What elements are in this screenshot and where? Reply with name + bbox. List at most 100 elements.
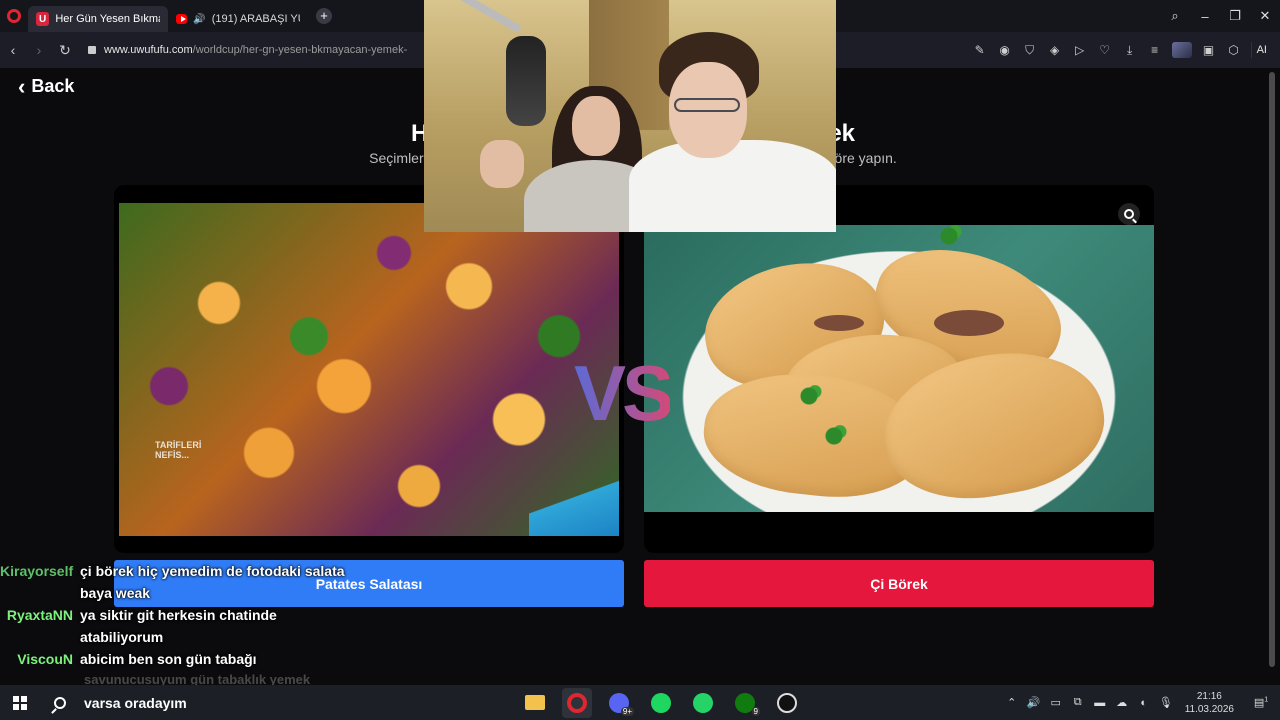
file-explorer-app[interactable]: [520, 688, 550, 718]
clock-time: 21:16: [1196, 690, 1222, 702]
browser-toolbar: ✎ ◉ ⛉ ◈ ▷ ♡ ⤓ ≡ ▣ ⬡ AI: [972, 32, 1272, 68]
camera-icon[interactable]: ◉: [997, 42, 1013, 58]
heart-icon[interactable]: ♡: [1097, 42, 1113, 58]
close-button[interactable]: ✕: [1250, 8, 1280, 24]
back-label: Back: [31, 76, 75, 96]
search-icon: [54, 696, 66, 709]
taskbar-search-button[interactable]: [40, 685, 80, 720]
taskbar-search-text[interactable]: varsa oradayım: [84, 695, 187, 711]
left-option-card[interactable]: TARİFLERİ NEFİS...: [114, 185, 624, 553]
speaker-icon: 🔊: [193, 13, 206, 25]
chat-message: ViscouN abicim ben son gün tabağı: [0, 648, 420, 670]
shield-icon[interactable]: ⛉: [1022, 42, 1038, 58]
reload-icon[interactable]: ↻: [52, 42, 78, 59]
chat-overlay: Kirayorself çi börek hiç yemedim de foto…: [0, 560, 420, 670]
play-icon[interactable]: ▷: [1072, 42, 1088, 58]
page-scrollbar[interactable]: [1266, 68, 1280, 685]
choose-right-button[interactable]: Çi Börek: [644, 560, 1154, 607]
network-icon[interactable]: ⧉: [1071, 696, 1085, 709]
tab-youtube[interactable]: 🔊 (191) ARABAŞI YUTMA: [168, 6, 308, 32]
cube-icon[interactable]: ⬡: [1226, 42, 1242, 58]
image-watermark: TARİFLERİ NEFİS...: [155, 440, 202, 460]
xbox-app[interactable]: 9: [730, 688, 760, 718]
folder-icon: [525, 695, 545, 710]
windows-taskbar: varsa oradayım 9+ 9 ⌃ 🔊 ▭ ⧉ ▬ ☁ ◐ 🎙 21:1…: [0, 685, 1280, 720]
opera-app[interactable]: [562, 687, 592, 718]
chat-username: ViscouN: [17, 651, 73, 667]
tab-label: (191) ARABAŞI YUTMA: [211, 13, 300, 25]
ai-button[interactable]: AI: [1250, 42, 1272, 58]
battery-icon[interactable]: ▬: [1093, 697, 1107, 709]
chevron-up-icon[interactable]: ⌃: [1005, 696, 1019, 709]
menu-icon[interactable]: ≡: [1147, 42, 1163, 58]
display-icon[interactable]: ▭: [1049, 696, 1063, 709]
volume-icon[interactable]: 🔊: [1027, 696, 1041, 709]
spotify-app[interactable]: [646, 688, 676, 718]
forward-nav-icon[interactable]: ›: [26, 42, 52, 58]
mic-arm: [456, 0, 522, 33]
whatsapp-app[interactable]: [688, 688, 718, 718]
potato-salad-image[interactable]: TARİFLERİ NEFİS...: [119, 203, 619, 536]
vpn-icon[interactable]: ◈: [1047, 42, 1063, 58]
parsley-garnish: [819, 425, 849, 447]
microphone-icon[interactable]: 🎙: [1159, 696, 1173, 709]
extension-icon[interactable]: ▣: [1201, 42, 1217, 58]
notification-icon[interactable]: ▤1: [1252, 696, 1270, 709]
tab-uwufufu[interactable]: U Her Gün Yesen Bıkmayaca: [28, 6, 168, 32]
chat-text: ya siktir git herkesin chatinde atabiliy…: [80, 607, 277, 645]
minimize-button[interactable]: –: [1190, 9, 1220, 24]
discord-app[interactable]: 9+: [604, 688, 634, 718]
edit-icon[interactable]: ✎: [972, 42, 988, 58]
notification-badge: 1: [1264, 696, 1269, 704]
chat-username: RyaxtaNN: [6, 607, 73, 623]
xbox-badge: 9: [751, 706, 760, 716]
url-host: www.uwufufu.com: [104, 44, 193, 56]
url-field[interactable]: www.uwufufu.com/worldcup/her-gn-yesen-bk…: [88, 44, 407, 56]
right-option-card[interactable]: [644, 185, 1154, 553]
uwufufu-icon: U: [36, 12, 50, 26]
streamer-body: [629, 140, 836, 232]
spotify-icon: [651, 692, 671, 713]
chat-username: Kirayorself: [0, 563, 74, 579]
youtube-icon: [176, 14, 188, 24]
scrollbar-thumb[interactable]: [1269, 72, 1275, 667]
webcam-overlay: [424, 0, 836, 232]
glasses: [674, 98, 740, 112]
subtitle-left: Seçimleri: [369, 150, 427, 166]
restore-button[interactable]: ❐: [1220, 8, 1250, 24]
discord-badge: 9+: [620, 706, 634, 716]
new-tab-button[interactable]: +: [316, 8, 332, 24]
microphone: [506, 36, 546, 126]
clock-date: 11.03.2026: [1184, 703, 1234, 715]
vs-label: VS: [574, 349, 674, 437]
app-tray-icon[interactable]: ◐: [1137, 697, 1151, 709]
borek-filling: [814, 315, 864, 331]
ci-borek-image[interactable]: [644, 225, 1154, 514]
chat-message: Kirayorself çi börek hiç yemedim de foto…: [0, 560, 420, 604]
tab-label: Her Gün Yesen Bıkmayaca: [55, 13, 160, 25]
opera-menu-icon[interactable]: [0, 0, 28, 32]
subtitle-right: göre yapın.: [826, 150, 897, 166]
streamer-hand: [480, 140, 524, 188]
system-tray: ⌃ 🔊 ▭ ⧉ ▬ ☁ ◐ 🎙 21:16 11.03.2026 ▤1: [1005, 685, 1270, 720]
zoom-in-icon[interactable]: [1118, 203, 1140, 225]
lock-icon: [88, 46, 96, 54]
obs-icon: [777, 692, 797, 713]
cloud-icon[interactable]: ☁: [1115, 696, 1129, 709]
profile-avatar[interactable]: [1171, 42, 1192, 58]
url-path: /worldcup/her-gn-yesen-bkmayacan-yemek-: [192, 44, 408, 56]
streamer-face: [572, 96, 620, 156]
window-controls: ⌕ – ❐ ✕: [1160, 0, 1280, 32]
taskbar-clock[interactable]: 21:16 11.03.2026: [1185, 690, 1234, 716]
chat-text: çi börek hiç yemedim de fotodaki salata …: [80, 563, 345, 601]
chat-message: RyaxtaNN ya siktir git herkesin chatinde…: [0, 604, 420, 648]
search-tabs-icon[interactable]: ⌕: [1160, 8, 1190, 24]
start-button[interactable]: [0, 685, 40, 720]
back-nav-icon[interactable]: ‹: [0, 42, 26, 58]
screen: U Her Gün Yesen Bıkmayaca 🔊 (191) ARABAŞ…: [0, 0, 1280, 720]
borek-filling: [934, 310, 1004, 336]
download-icon[interactable]: ⤓: [1122, 42, 1138, 58]
obs-app[interactable]: [772, 688, 802, 718]
parsley-garnish: [794, 385, 824, 407]
back-link[interactable]: ‹ Back: [18, 75, 75, 97]
